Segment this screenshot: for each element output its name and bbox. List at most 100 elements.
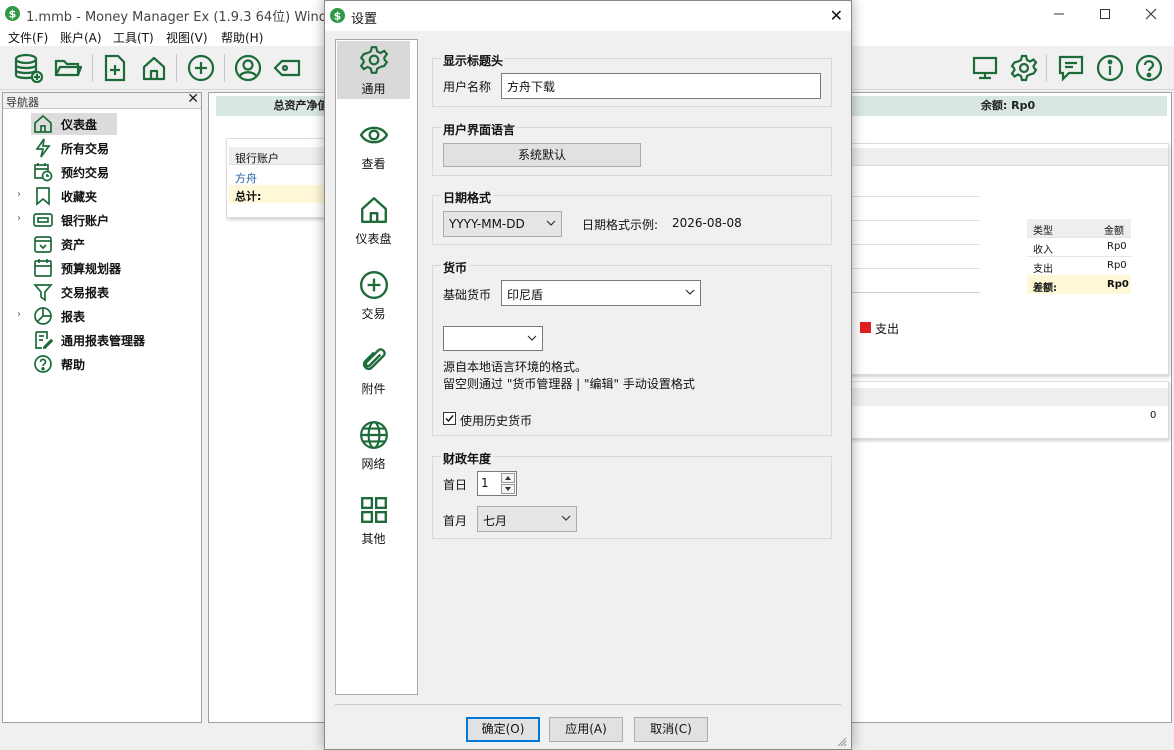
nav-item-budget-planner[interactable]: 预算规划器 bbox=[17, 257, 197, 279]
gear-icon[interactable] bbox=[1007, 51, 1041, 85]
help-icon[interactable] bbox=[1132, 51, 1166, 85]
menu-tools[interactable]: 工具(T) bbox=[113, 29, 154, 46]
help-icon bbox=[34, 355, 52, 373]
filter-icon bbox=[33, 284, 53, 302]
category-label: 通用 bbox=[361, 82, 386, 96]
menu-view[interactable]: 视图(V) bbox=[166, 29, 208, 46]
fiscal-year-group-title: 财政年度 bbox=[441, 450, 494, 467]
nav-item-label: 预算规划器 bbox=[61, 262, 122, 276]
navigator-close-icon[interactable]: ✕ bbox=[187, 91, 199, 107]
summary-diff-value: Rp0 bbox=[1107, 279, 1129, 290]
main-window-title: 1.mmb - Money Manager Ex (1.9.3 64位) Win… bbox=[26, 10, 353, 25]
fiscal-day-label: 首日 bbox=[443, 478, 468, 492]
bank-card-icon bbox=[33, 213, 53, 227]
category-other[interactable]: 其他 bbox=[337, 491, 410, 549]
currency-note-line2: 留空则通过 "货币管理器 | "编辑" 手动设置格式 bbox=[443, 377, 695, 391]
header-group: 显示标题头 用户名称 方舟下载 bbox=[432, 52, 832, 107]
nav-item-scheduled[interactable]: 预约交易 bbox=[17, 161, 197, 183]
language-select-button[interactable]: 系统默认 bbox=[443, 143, 641, 167]
nav-item-help[interactable]: 帮助 bbox=[17, 353, 197, 375]
dialog-title: 设置 bbox=[351, 12, 378, 27]
dialog-close-button[interactable]: ✕ bbox=[830, 6, 843, 25]
add-circle-icon bbox=[359, 270, 389, 300]
bank-accounts-widget: 银行账户 方舟 总计: bbox=[226, 138, 326, 218]
account-link[interactable]: 方舟 bbox=[235, 170, 257, 186]
nav-item-reports[interactable]: › 报表 bbox=[17, 305, 197, 327]
summary-header-type: 类型 bbox=[1033, 226, 1053, 237]
username-label: 用户名称 bbox=[443, 80, 492, 94]
expense-legend-swatch bbox=[860, 322, 871, 333]
category-label: 仪表盘 bbox=[355, 232, 392, 246]
income-expense-widget: 类型 金额 收入 Rp0 支出 Rp0 差额: Rp0 支出 bbox=[849, 143, 1169, 375]
nav-item-label: 仪表盘 bbox=[61, 118, 98, 132]
history-currency-checkbox[interactable] bbox=[443, 412, 456, 425]
globe-icon bbox=[360, 421, 388, 449]
base-currency-select[interactable]: 印尼盾 bbox=[501, 280, 701, 306]
chat-icon[interactable] bbox=[1054, 51, 1088, 85]
nav-item-label: 预约交易 bbox=[61, 166, 110, 180]
nav-item-dashboard[interactable]: 仪表盘 bbox=[17, 113, 197, 135]
date-format-value: YYYY-MM-DD bbox=[449, 217, 525, 231]
database-icon[interactable] bbox=[11, 51, 45, 85]
user-icon[interactable] bbox=[231, 51, 265, 85]
nav-item-label: 通用报表管理器 bbox=[61, 334, 146, 348]
monitor-icon[interactable] bbox=[968, 51, 1002, 85]
apply-button[interactable]: 应用(A) bbox=[549, 717, 623, 742]
nav-item-favorites[interactable]: › 收藏夹 bbox=[17, 185, 197, 207]
calendar-icon bbox=[34, 259, 52, 277]
home-icon[interactable] bbox=[137, 51, 171, 85]
maximize-button[interactable] bbox=[1082, 0, 1128, 28]
date-format-group-title: 日期格式 bbox=[441, 189, 494, 206]
nav-item-transaction-report[interactable]: 交易报表 bbox=[17, 281, 197, 303]
balance-header: 余额: Rp0 bbox=[849, 96, 1167, 116]
category-network[interactable]: 网络 bbox=[337, 416, 410, 474]
cancel-button[interactable]: 取消(C) bbox=[634, 717, 708, 742]
history-currency-label[interactable]: 使用历史货币 bbox=[460, 412, 532, 429]
summary-row-expense-value: Rp0 bbox=[1107, 260, 1127, 271]
fiscal-day-spinner[interactable]: 1 bbox=[477, 471, 517, 496]
lower-widget-value: 0 bbox=[1150, 410, 1157, 421]
navigator-title: 导航器 bbox=[6, 96, 39, 109]
asset-box-icon bbox=[34, 236, 52, 253]
folder-open-icon[interactable] bbox=[51, 51, 85, 85]
settings-dialog: $ 设置 ✕ 通用 查看 仪表盘 交易 附件 网络 其他 显示标题头 用户名称 … bbox=[324, 0, 852, 750]
nav-item-assets[interactable]: 资产 bbox=[17, 233, 197, 255]
window-close-button[interactable] bbox=[1128, 0, 1174, 28]
nav-item-bank-accounts[interactable]: › 银行账户 bbox=[17, 209, 197, 231]
fiscal-month-label: 首月 bbox=[443, 514, 468, 528]
currency-locale-select[interactable] bbox=[443, 326, 543, 351]
spin-up-icon[interactable] bbox=[501, 473, 515, 483]
expand-arrow-icon[interactable]: › bbox=[17, 189, 27, 200]
info-icon[interactable] bbox=[1093, 51, 1127, 85]
minimize-button[interactable] bbox=[1036, 0, 1082, 28]
date-format-select[interactable]: YYYY-MM-DD bbox=[443, 211, 562, 237]
username-input[interactable]: 方舟下载 bbox=[501, 73, 821, 99]
lower-widget: 0 bbox=[849, 381, 1169, 439]
eye-icon bbox=[359, 126, 389, 144]
category-general[interactable]: 通用 bbox=[337, 41, 410, 99]
menu-file[interactable]: 文件(F) bbox=[8, 29, 48, 46]
date-format-group: 日期格式 YYYY-MM-DD 日期格式示例: 2026-08-08 bbox=[432, 189, 832, 245]
base-currency-label: 基础货币 bbox=[443, 288, 492, 302]
category-attachments[interactable]: 附件 bbox=[337, 341, 410, 399]
new-transaction-icon[interactable] bbox=[98, 51, 132, 85]
currency-group: 货币 基础货币 印尼盾 源自本地语言环境的格式。 留空则通过 "货币管理器 | … bbox=[432, 259, 832, 436]
ok-button[interactable]: 确定(O) bbox=[466, 717, 540, 742]
tag-icon[interactable] bbox=[270, 51, 304, 85]
category-view[interactable]: 查看 bbox=[337, 116, 410, 174]
grid-icon bbox=[361, 497, 387, 523]
header-group-title: 显示标题头 bbox=[441, 52, 506, 69]
nav-item-all-transactions[interactable]: 所有交易 bbox=[17, 137, 197, 159]
category-dashboard[interactable]: 仪表盘 bbox=[337, 191, 410, 249]
expand-arrow-icon[interactable]: › bbox=[17, 213, 27, 224]
menu-account[interactable]: 账户(A) bbox=[60, 29, 102, 46]
resize-grip-icon[interactable] bbox=[837, 737, 847, 747]
fiscal-month-select[interactable]: 七月 bbox=[477, 506, 577, 532]
category-transactions[interactable]: 交易 bbox=[337, 266, 410, 324]
add-icon[interactable] bbox=[184, 51, 218, 85]
nav-item-general-report-manager[interactable]: 通用报表管理器 bbox=[17, 329, 197, 351]
menu-help[interactable]: 帮助(H) bbox=[221, 29, 263, 46]
expand-arrow-icon[interactable]: › bbox=[17, 309, 27, 320]
spin-down-icon[interactable] bbox=[501, 484, 515, 494]
category-label: 查看 bbox=[361, 157, 386, 171]
